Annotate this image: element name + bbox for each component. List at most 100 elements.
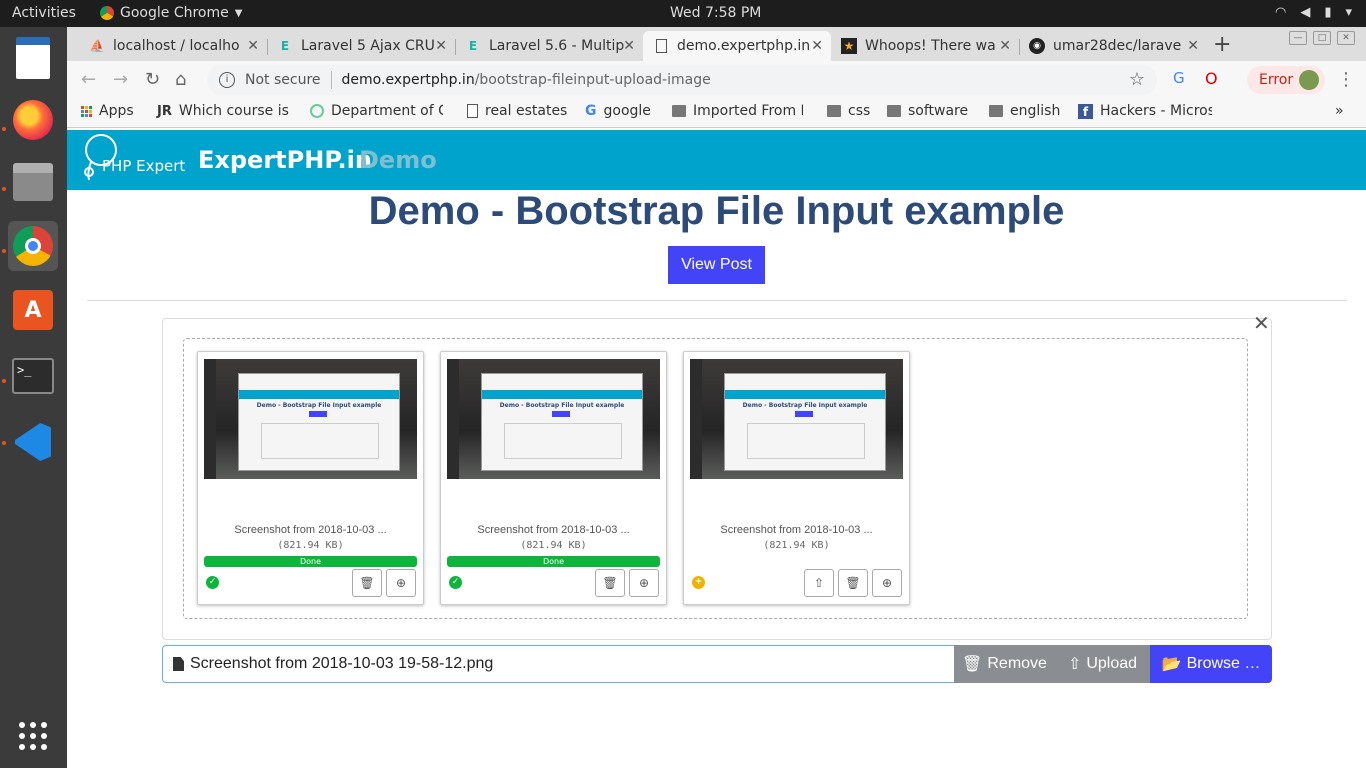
laravel-e-icon: E	[280, 39, 290, 53]
folder-icon	[989, 105, 1003, 117]
address-bar[interactable]: i Not secure demo.expertphp.in /bootstra…	[207, 65, 1157, 95]
bookmark-css[interactable]: css	[827, 103, 870, 119]
maximize-button[interactable]: □	[1313, 31, 1331, 45]
bookmark-software[interactable]: software	[887, 103, 968, 119]
page-title: Demo - Bootstrap File Input example	[368, 189, 1065, 233]
upload-progress: Done	[447, 556, 660, 567]
opera-extension-icon[interactable]: O	[1205, 69, 1218, 88]
close-icon[interactable]: ✕	[999, 38, 1011, 54]
php-expert-logo[interactable]: PHP Expert	[81, 132, 189, 188]
terminal-icon[interactable]: >_	[8, 351, 58, 401]
bookmark-apps[interactable]: Apps	[81, 103, 134, 119]
bookmarks-bar: Apps JR Which course is Department of C …	[67, 98, 1366, 128]
profile-error-chip[interactable]: Error	[1247, 66, 1325, 94]
more-bookmarks-icon[interactable]: »	[1335, 103, 1344, 119]
bookmark-label: Which course is	[178, 103, 289, 119]
menu-icon[interactable]: ⋮	[1337, 69, 1355, 90]
bookmark-label: real estates	[485, 103, 568, 119]
tab-whoops[interactable]: ★ Whoops! There wa ✕	[831, 31, 1019, 61]
app-menu[interactable]: Google Chrome ▼	[100, 5, 242, 21]
preview-thumbnail[interactable]: Demo - Bootstrap File Input example	[447, 359, 660, 479]
divider	[87, 300, 1347, 301]
close-icon[interactable]: ✕	[811, 38, 823, 54]
close-icon[interactable]: ✕	[1187, 38, 1199, 54]
close-icon[interactable]: ✕	[623, 38, 635, 54]
zoom-button[interactable]: ⊕	[872, 569, 902, 597]
libreoffice-writer-icon[interactable]	[8, 33, 58, 83]
google-g-icon: G	[585, 103, 597, 119]
bookmark-department[interactable]: Department of C	[310, 103, 443, 119]
tab-title: Laravel 5 Ajax CRU	[301, 38, 435, 54]
clock[interactable]: Wed 7:58 PM	[670, 5, 761, 21]
bookmark-english[interactable]: english	[989, 103, 1060, 119]
firefox-icon[interactable]	[8, 95, 58, 145]
wifi-icon: ◠	[1274, 5, 1287, 20]
brand-link[interactable]: ExpertPHP.in	[198, 146, 372, 174]
trash-icon: 🗑	[962, 656, 983, 673]
close-icon[interactable]: ✕	[1253, 311, 1270, 335]
file-icon	[173, 657, 184, 671]
tab-phpmyadmin[interactable]: ⛵ localhost / localho ✕	[79, 31, 267, 61]
tab-github[interactable]: ◉ umar28dec/larave ✕	[1019, 31, 1207, 61]
running-indicator	[2, 127, 6, 131]
page-icon	[653, 38, 669, 54]
url-path: /bootstrap-fileinput-upload-image	[474, 72, 711, 88]
upload-progress: Done	[204, 556, 417, 567]
bookmark-which-course[interactable]: JR Which course is	[157, 103, 291, 119]
upload-file-button[interactable]: ⇧	[804, 569, 834, 597]
info-icon[interactable]: i	[219, 72, 235, 88]
demo-link[interactable]: Demo	[359, 146, 437, 174]
bookmark-star-icon[interactable]: ☆	[1129, 69, 1145, 90]
new-tab-button[interactable]: +	[1213, 32, 1231, 57]
browse-button[interactable]: 📂 Browse …	[1150, 645, 1272, 683]
translate-icon[interactable]: G	[1173, 69, 1185, 87]
chrome-icon[interactable]	[8, 221, 58, 271]
vscode-icon[interactable]	[8, 417, 58, 467]
minimize-button[interactable]: —	[1289, 31, 1307, 45]
back-icon[interactable]: ←	[81, 69, 96, 90]
close-icon[interactable]: ✕	[247, 38, 259, 54]
bookmark-hackers[interactable]: f Hackers - Micros	[1078, 103, 1212, 119]
home-icon[interactable]: ⌂	[175, 69, 186, 90]
zoom-button[interactable]: ⊕	[629, 569, 659, 597]
close-icon[interactable]: ✕	[435, 38, 447, 54]
bookmark-google[interactable]: G google	[585, 103, 651, 119]
tab-title: localhost / localho	[113, 38, 240, 54]
battery-icon: ▮	[1324, 5, 1332, 20]
chevron-down-icon: ▾	[1345, 5, 1352, 20]
upload-button[interactable]: ⇧ Upload	[1055, 645, 1150, 683]
phpmyadmin-icon: ⛵	[89, 39, 105, 53]
reload-icon[interactable]: ↻	[145, 69, 160, 90]
system-tray[interactable]: ◠ ◀ ▮ ▾	[1275, 5, 1352, 20]
zoom-in-icon: ⊕	[395, 576, 407, 590]
delete-button[interactable]: 🗑	[838, 569, 868, 597]
show-applications-icon[interactable]	[8, 711, 58, 761]
preview-thumbnail[interactable]: Demo - Bootstrap File Input example	[690, 359, 903, 479]
upload-label: Upload	[1086, 655, 1138, 672]
file-caption-input[interactable]: Screenshot from 2018-10-03 19-58-12.png	[162, 645, 954, 683]
tab-laravel-multiple[interactable]: E Laravel 5.6 - Multip ✕	[455, 31, 643, 61]
check-circle-icon: ✓	[449, 576, 462, 589]
bookmark-imported[interactable]: Imported From F	[672, 103, 803, 119]
chrome-icon	[100, 6, 114, 20]
preview-thumbnail[interactable]: Demo - Bootstrap File Input example	[204, 359, 417, 479]
close-window-button[interactable]: ✕	[1337, 31, 1355, 45]
tab-laravel-ajax[interactable]: E Laravel 5 Ajax CRU ✕	[267, 31, 455, 61]
delete-button[interactable]: 🗑	[352, 569, 382, 597]
zoom-in-icon: ⊕	[638, 576, 650, 590]
forward-icon[interactable]: →	[113, 69, 128, 90]
page-icon	[467, 104, 478, 118]
activities-button[interactable]: Activities	[12, 5, 76, 21]
tab-demo-expertphp[interactable]: demo.expertphp.in ✕	[643, 31, 831, 61]
delete-button[interactable]: 🗑	[595, 569, 625, 597]
files-icon[interactable]	[8, 157, 58, 207]
remove-button[interactable]: 🗑 Remove	[954, 645, 1055, 683]
software-center-icon[interactable]: A	[8, 285, 58, 335]
view-post-button[interactable]: View Post	[668, 246, 765, 284]
tab-title: umar28dec/larave	[1053, 38, 1182, 54]
bookmark-real-estates[interactable]: real estates	[467, 103, 567, 119]
upload-icon: ⇧	[1067, 656, 1082, 673]
folder-icon	[887, 105, 901, 117]
trash-icon: 🗑	[602, 576, 618, 590]
zoom-button[interactable]: ⊕	[386, 569, 416, 597]
